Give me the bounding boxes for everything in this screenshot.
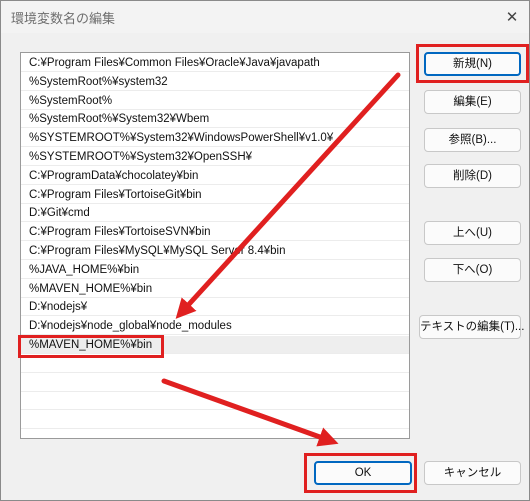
list-item[interactable]: %MAVEN_HOME%¥bin xyxy=(21,336,409,354)
list-item[interactable]: %SYSTEMROOT%¥System32¥OpenSSH¥ xyxy=(21,148,409,166)
ok-button[interactable]: OK xyxy=(314,461,412,485)
move-down-button[interactable]: 下へ(O) xyxy=(424,258,521,282)
list-item[interactable] xyxy=(21,411,409,430)
close-icon[interactable]: ✕ xyxy=(501,6,523,28)
dialog-title: 環境変数名の編集 xyxy=(11,12,116,27)
list-item[interactable]: C:¥Program Files¥TortoiseGit¥bin xyxy=(21,186,409,204)
list-item[interactable] xyxy=(21,374,409,392)
new-button[interactable]: 新規(N) xyxy=(424,52,521,76)
list-item[interactable]: D:¥nodejs¥node_global¥node_modules xyxy=(21,317,409,336)
title-bar: 環境変数名の編集 ✕ xyxy=(1,1,529,33)
list-item[interactable] xyxy=(21,430,409,438)
browse-button[interactable]: 参照(B)... xyxy=(424,128,521,152)
edit-env-variable-dialog: 環境変数名の編集 ✕ C:¥Program Files¥Common Files… xyxy=(0,0,530,501)
list-item[interactable]: D:¥Git¥cmd xyxy=(21,204,409,223)
delete-button[interactable]: 削除(D) xyxy=(424,164,521,188)
list-item[interactable]: %SystemRoot% xyxy=(21,92,409,110)
list-item[interactable]: %JAVA_HOME%¥bin xyxy=(21,261,409,279)
list-item[interactable]: C:¥Program Files¥TortoiseSVN¥bin xyxy=(21,223,409,242)
list-item[interactable]: %SystemRoot%¥system32 xyxy=(21,73,409,91)
list-item[interactable]: %SystemRoot%¥System32¥Wbem xyxy=(21,110,409,129)
list-item[interactable]: D:¥nodejs¥ xyxy=(21,298,409,317)
list-item[interactable]: C:¥ProgramData¥chocolatey¥bin xyxy=(21,167,409,185)
edit-text-button[interactable]: テキストの編集(T)... xyxy=(419,315,524,339)
move-up-button[interactable]: 上へ(U) xyxy=(424,221,521,245)
edit-button[interactable]: 編集(E) xyxy=(424,90,521,114)
list-item[interactable]: C:¥Program Files¥MySQL¥MySQL Server 8.4¥… xyxy=(21,242,409,260)
list-item[interactable] xyxy=(21,392,409,411)
list-item[interactable] xyxy=(21,355,409,373)
list-item[interactable]: %SYSTEMROOT%¥System32¥WindowsPowerShell¥… xyxy=(21,129,409,148)
path-list[interactable]: C:¥Program Files¥Common Files¥Oracle¥Jav… xyxy=(20,52,410,439)
list-item[interactable]: %MAVEN_HOME%¥bin xyxy=(21,280,409,298)
cancel-button[interactable]: キャンセル xyxy=(424,461,521,485)
list-item[interactable]: C:¥Program Files¥Common Files¥Oracle¥Jav… xyxy=(21,54,409,72)
